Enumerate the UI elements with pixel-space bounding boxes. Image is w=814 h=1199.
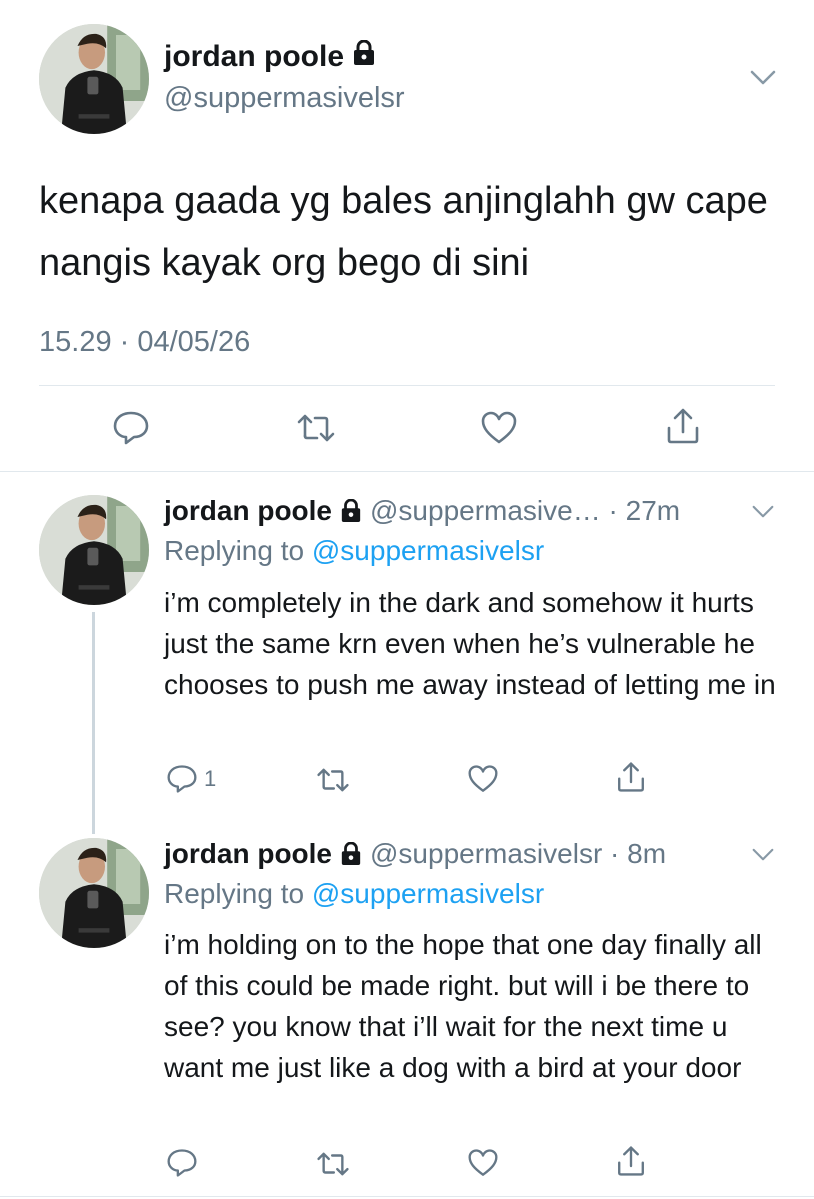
tweet-text: i’m completely in the dark and somehow i… (164, 587, 776, 700)
retweet-button[interactable] (296, 412, 336, 444)
reply-icon (112, 410, 150, 446)
chevron-down-icon[interactable] (750, 70, 776, 86)
reply-button[interactable]: 1 (166, 764, 216, 794)
display-name-text: jordan poole (164, 40, 344, 73)
share-button[interactable] (615, 1144, 647, 1178)
chevron-down-icon[interactable] (752, 848, 774, 862)
retweet-button[interactable] (316, 1150, 350, 1178)
retweet-icon (316, 1150, 350, 1178)
reply-icon (166, 764, 198, 794)
share-icon (664, 406, 702, 446)
retweet-icon (316, 766, 350, 794)
reply-button[interactable] (166, 1148, 198, 1178)
thread-line (92, 612, 95, 834)
replying-to: Replying to @suppermasivelsr (164, 535, 544, 567)
display-name[interactable]: jordan poole (164, 39, 376, 74)
like-button[interactable] (480, 410, 518, 446)
separator: · (600, 495, 626, 526)
retweet-icon (296, 412, 336, 444)
divider (0, 1196, 814, 1197)
divider (39, 385, 775, 386)
avatar[interactable] (39, 24, 149, 134)
share-button[interactable] (615, 760, 647, 794)
avatar[interactable] (39, 495, 149, 605)
lock-icon (340, 499, 362, 523)
replying-prefix: Replying to (164, 535, 312, 566)
reply-count: 1 (204, 766, 217, 791)
like-button[interactable] (467, 764, 499, 794)
reply-button[interactable] (112, 410, 150, 446)
tweet-timestamp[interactable]: 15.29 · 04/05/26 (39, 326, 250, 359)
display-name[interactable]: jordan poole (164, 838, 332, 870)
like-button[interactable] (467, 1148, 499, 1178)
separator: · (602, 838, 628, 869)
divider (0, 471, 814, 472)
reply-icon (166, 1148, 198, 1178)
lock-icon (352, 39, 376, 74)
reply-time[interactable]: 27m (626, 495, 680, 527)
tweet-text: kenapa gaada yg bales anjinglahh gw cape… (39, 180, 768, 284)
share-icon (615, 1144, 647, 1178)
like-icon (467, 1148, 499, 1178)
reply-time[interactable]: 8m (627, 838, 666, 870)
handle[interactable]: @suppermasive… (370, 495, 601, 527)
like-icon (480, 410, 518, 446)
share-icon (615, 760, 647, 794)
replying-mention[interactable]: @suppermasivelsr (312, 878, 544, 909)
share-button[interactable] (664, 406, 702, 446)
reply-header: jordan poole @suppermasivelsr · 8m (164, 838, 666, 870)
lock-icon (340, 842, 362, 866)
like-icon (467, 764, 499, 794)
chevron-down-icon[interactable] (752, 505, 774, 519)
replying-prefix: Replying to (164, 878, 312, 909)
tweet-thread: jordan poole @suppermasivelsr kenapa gaa… (0, 0, 814, 1199)
reply-header: jordan poole @suppermasive… · 27m (164, 495, 680, 527)
retweet-button[interactable] (316, 766, 350, 794)
replying-mention[interactable]: @suppermasivelsr (312, 535, 544, 566)
handle[interactable]: @suppermasivelsr (164, 82, 405, 115)
handle[interactable]: @suppermasivelsr (370, 838, 602, 870)
avatar[interactable] (39, 838, 149, 948)
display-name[interactable]: jordan poole (164, 495, 332, 527)
replying-to: Replying to @suppermasivelsr (164, 878, 544, 910)
tweet-text: i’m holding on to the hope that one day … (164, 929, 762, 1083)
